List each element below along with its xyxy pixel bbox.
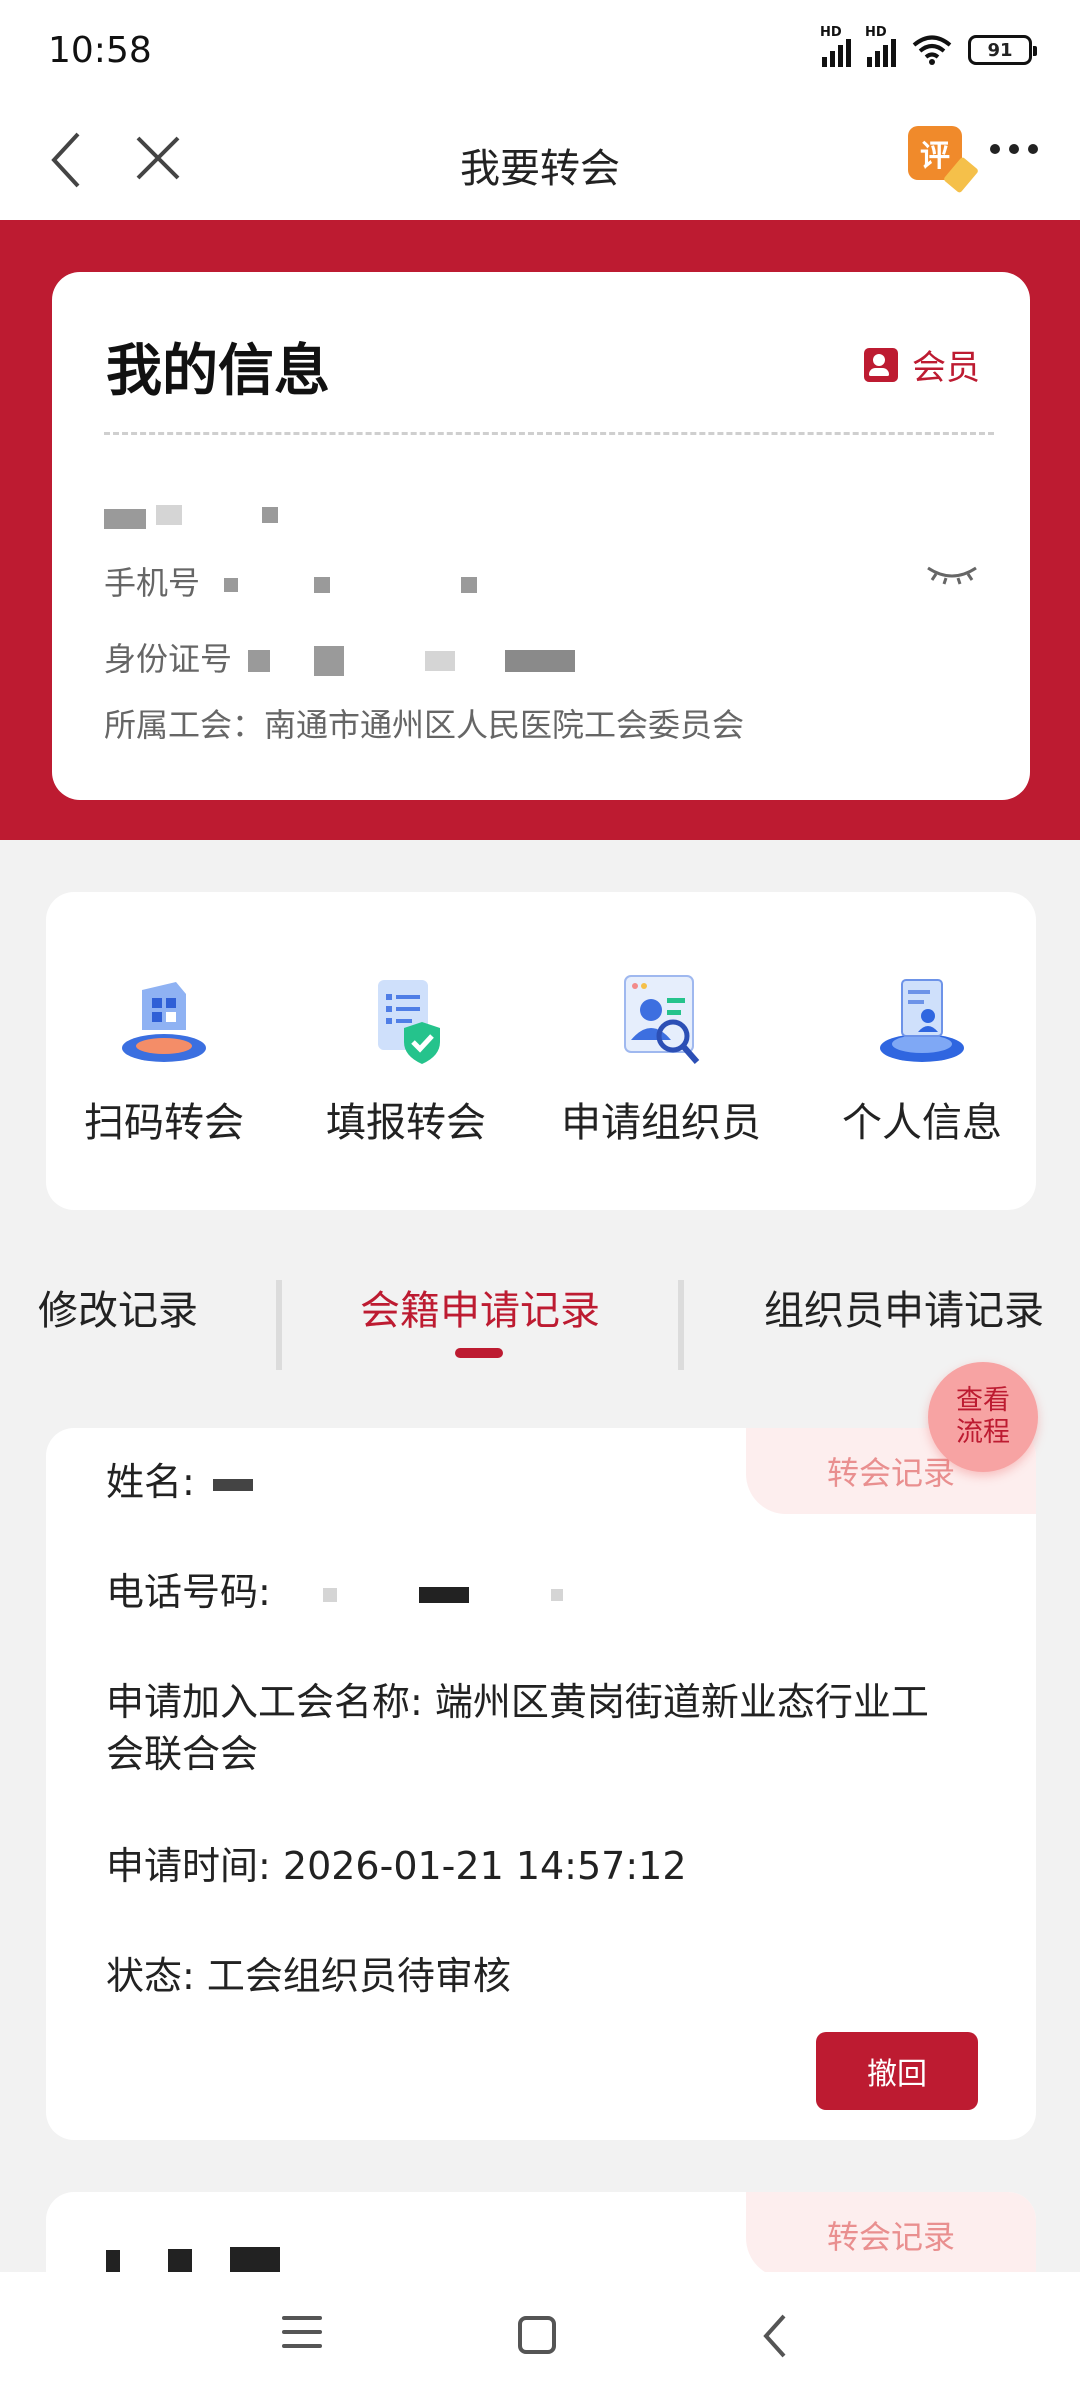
- record-name: 姓名:: [106, 1456, 253, 1508]
- home-icon[interactable]: [518, 2316, 556, 2354]
- scan-transfer-button[interactable]: 扫码转会: [84, 892, 244, 1210]
- action-label: 申请组织员: [561, 1100, 761, 1146]
- divider: [104, 432, 994, 435]
- record-phone: 电话号码:: [106, 1566, 564, 1618]
- my-info-card: 我的信息 会员 手机号 身份证号 所属工会：南通市通州区人民医院工会委员会: [52, 272, 1030, 800]
- view-flow-button[interactable]: 查看 流程: [928, 1362, 1038, 1472]
- system-back-icon[interactable]: [760, 2312, 790, 2360]
- flow-line1: 查看: [956, 1385, 1010, 1416]
- record-tabs: 修改记录 会籍申请记录 组织员申请记录: [0, 1260, 1080, 1370]
- phone-label: 手机号: [104, 564, 201, 602]
- time-label: 申请时间:: [106, 1844, 271, 1888]
- more-icon[interactable]: [990, 144, 1038, 154]
- actions-card: 扫码转会 填报转会 申请组织员 个人信息: [46, 892, 1036, 1210]
- tab-membership-records[interactable]: 会籍申请记录: [360, 1278, 600, 1336]
- eye-closed-icon[interactable]: [926, 562, 978, 586]
- status-label: 状态:: [106, 1954, 195, 1998]
- name-label: 姓名:: [106, 1460, 195, 1504]
- tab-divider: [678, 1280, 684, 1370]
- id-label: 身份证号: [104, 640, 233, 678]
- form-shield-icon: [378, 980, 440, 1064]
- union-value-line2: 会联合会: [106, 1732, 259, 1776]
- action-label: 个人信息: [842, 1100, 1002, 1146]
- person-search-icon: [624, 975, 700, 1064]
- union-label: 申请加入工会名称:: [106, 1680, 423, 1724]
- profile-doc-icon: [880, 979, 964, 1062]
- tab-modify-records[interactable]: 修改记录: [38, 1278, 198, 1336]
- record-union: 申请加入工会名称: 端州区黄岗街道新业态行业工 会联合会: [106, 1676, 929, 1780]
- name-row: [104, 494, 279, 532]
- record-time: 申请时间: 2026-01-21 14:57:12: [106, 1840, 687, 1892]
- union-value: 南通市通州区人民医院工会委员会: [264, 706, 745, 744]
- phone-row: 手机号: [104, 558, 477, 604]
- member-badge: 会员: [864, 340, 980, 389]
- action-label: 扫码转会: [84, 1100, 244, 1146]
- time-value: 2026-01-21 14:57:12: [282, 1844, 687, 1888]
- id-row: 身份证号: [104, 634, 575, 680]
- union-value-line1: 端州区黄岗街道新业态行业工: [434, 1680, 929, 1724]
- member-icon: [864, 347, 898, 382]
- record-card: 转会记录 姓名: 电话号码: 申请加入工会名称: 端州区黄岗街道新业态行业工 会…: [46, 1428, 1036, 2140]
- withdraw-button[interactable]: 撤回: [816, 2032, 978, 2110]
- member-label: 会员: [912, 348, 980, 388]
- system-nav-bar: [0, 2272, 1080, 2400]
- action-label: 填报转会: [326, 1100, 486, 1146]
- union-row: 所属工会：南通市通州区人民医院工会委员会: [104, 700, 744, 746]
- flow-line2: 流程: [956, 1417, 1010, 1448]
- status-time: 10:58: [48, 29, 152, 71]
- signal-icon: HD: [820, 25, 851, 67]
- qr-scan-icon: [122, 982, 206, 1062]
- fill-transfer-button[interactable]: 填报转会: [316, 892, 496, 1210]
- status-bar: 10:58 HD HD 91: [0, 0, 1080, 100]
- nav-bar: 我要转会 评: [0, 100, 1080, 220]
- record-status: 状态: 工会组织员待审核: [106, 1950, 511, 2002]
- tab-divider: [276, 1280, 282, 1370]
- info-title: 我的信息: [106, 339, 330, 404]
- union-label: 所属工会：: [104, 706, 265, 744]
- status-icons: HD HD 91: [820, 25, 1037, 67]
- record-tag: 转会记录: [746, 2192, 1036, 2278]
- battery-icon: 91: [968, 35, 1037, 65]
- battery-level: 91: [987, 39, 1013, 61]
- apply-organizer-button[interactable]: 申请组织员: [556, 892, 766, 1210]
- wifi-icon: [912, 35, 952, 65]
- rate-icon[interactable]: 评: [908, 126, 980, 194]
- tab-organizer-records[interactable]: 组织员申请记录: [764, 1278, 1044, 1336]
- tab-active-indicator: [455, 1348, 503, 1358]
- signal-icon-2: HD: [865, 25, 896, 67]
- recent-apps-icon[interactable]: [282, 2316, 322, 2358]
- status-value: 工会组织员待审核: [206, 1954, 511, 1998]
- phone-label: 电话号码:: [106, 1570, 271, 1614]
- personal-info-button[interactable]: 个人信息: [832, 892, 1012, 1210]
